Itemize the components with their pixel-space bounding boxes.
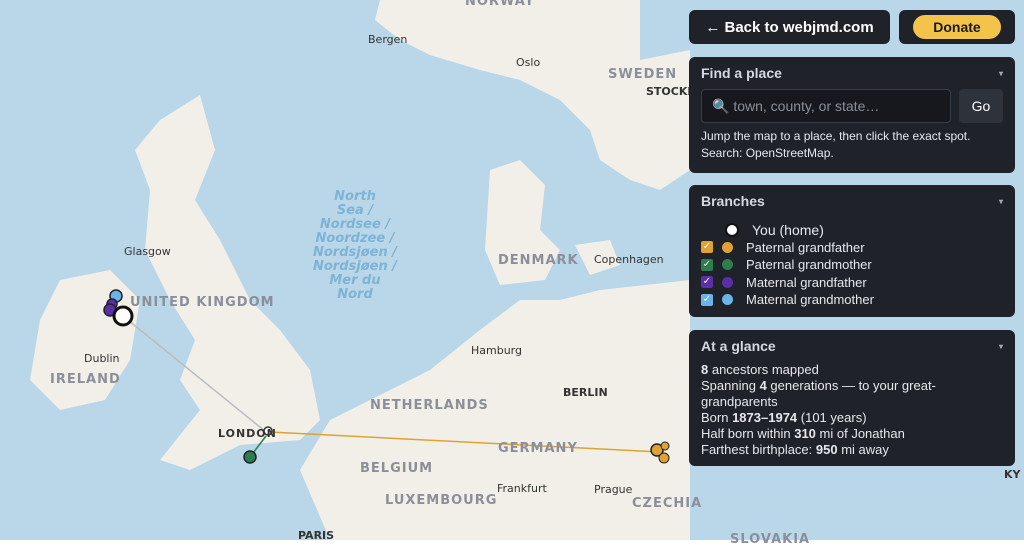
find-help: Jump the map to a place, then click the …	[701, 129, 971, 160]
country-label: NORWAY	[465, 0, 535, 9]
checkbox[interactable]: ✓	[701, 241, 713, 254]
glance-title: At a glance	[701, 338, 776, 354]
country-label: BELGIUM	[360, 461, 434, 476]
find-place-title: Find a place	[701, 65, 782, 81]
branch-row[interactable]: ✓ Paternal grandmother	[701, 256, 1003, 274]
find-place-panel: Find a place ▾ 🔍 town, county, or state……	[689, 57, 1015, 173]
city-label: Glasgow	[124, 245, 171, 258]
ancestor-marker[interactable]	[660, 441, 670, 451]
city-label: Oslo	[516, 56, 541, 69]
branch-row[interactable]: ✓ Paternal grandfather	[701, 239, 1003, 257]
collapse-icon[interactable]: ▾	[999, 342, 1003, 354]
branches-panel: Branches ▾ You (home) ✓ Paternal grandfa…	[689, 185, 1015, 317]
donate-button-wrap[interactable]: Donate	[899, 10, 1015, 44]
branches-title: Branches	[701, 193, 765, 209]
city-label: Prague	[594, 483, 633, 496]
branch-label: Paternal grandfather	[746, 239, 865, 255]
checkbox[interactable]: ✓	[701, 258, 713, 271]
branch-row[interactable]: ✓ Maternal grandfather	[701, 274, 1003, 292]
stat-line: Spanning 4 generations — to your great-g…	[701, 378, 936, 409]
home-dot-icon	[725, 222, 739, 237]
city-label: Frankfurt	[497, 482, 547, 495]
go-button[interactable]: Go	[959, 89, 1003, 123]
city-label-london: LONDON	[218, 427, 277, 440]
place-search-input[interactable]: 🔍 town, county, or state…	[701, 89, 951, 123]
find-place-header[interactable]: Find a place ▾	[701, 65, 1003, 81]
sea-label: North Sea / Nordsee / Noordzee / Nordsjøen /…	[313, 189, 397, 302]
city-label: Copenhagen	[594, 253, 664, 266]
collapse-icon[interactable]: ▾	[999, 197, 1003, 209]
branch-label: Paternal grandmother	[746, 257, 872, 273]
city-label: KY	[1004, 468, 1021, 481]
checkbox[interactable]: ✓	[701, 276, 713, 289]
collapse-icon[interactable]: ▾	[999, 69, 1003, 81]
glance-header[interactable]: At a glance ▾	[701, 338, 1003, 354]
country-label: SWEDEN	[608, 67, 678, 82]
country-label: UNITED KINGDOM	[130, 295, 275, 310]
stat-line: Born 1873–1974 (101 years)	[701, 410, 867, 425]
glance-panel: At a glance ▾ 8 ancestors mapped Spannin…	[689, 330, 1015, 466]
branch-dot-icon	[722, 259, 733, 271]
country-label: IRELAND	[50, 372, 121, 387]
ancestor-marker[interactable]	[658, 452, 670, 464]
branch-label: You (home)	[752, 221, 824, 238]
city-label: Bergen	[368, 33, 408, 46]
stat-line: Half born within 310 mi of Jonathan	[701, 426, 905, 441]
branch-dot-icon	[722, 276, 733, 288]
country-label: NETHERLANDS	[370, 398, 489, 413]
stat-line: 8 ancestors mapped	[701, 362, 819, 377]
stat-line: Farthest birthplace: 950 mi away	[701, 442, 889, 457]
country-label: CZECHIA	[632, 496, 703, 511]
country-label: LUXEMBOURG	[385, 493, 498, 508]
city-label: Dublin	[84, 352, 120, 365]
city-label: PARIS	[298, 529, 335, 542]
ancestor-marker[interactable]	[243, 450, 257, 464]
country-label: GERMANY	[498, 441, 578, 456]
donate-button[interactable]: Donate	[913, 15, 1001, 39]
branches-header[interactable]: Branches ▾	[701, 193, 1003, 209]
branch-home-row: You (home)	[701, 221, 1003, 239]
city-label: BERLIN	[563, 386, 608, 399]
branch-label: Maternal grandfather	[746, 274, 867, 290]
checkbox[interactable]: ✓	[701, 293, 713, 306]
branch-label: Maternal grandmother	[746, 292, 874, 308]
branch-dot-icon	[722, 294, 733, 306]
back-button[interactable]: ← Back to webjmd.com	[689, 10, 890, 44]
branch-row[interactable]: ✓ Maternal grandmother	[701, 291, 1003, 309]
branch-dot-icon	[722, 241, 733, 253]
country-label: DENMARK	[498, 253, 579, 268]
city-label: Hamburg	[471, 344, 522, 357]
